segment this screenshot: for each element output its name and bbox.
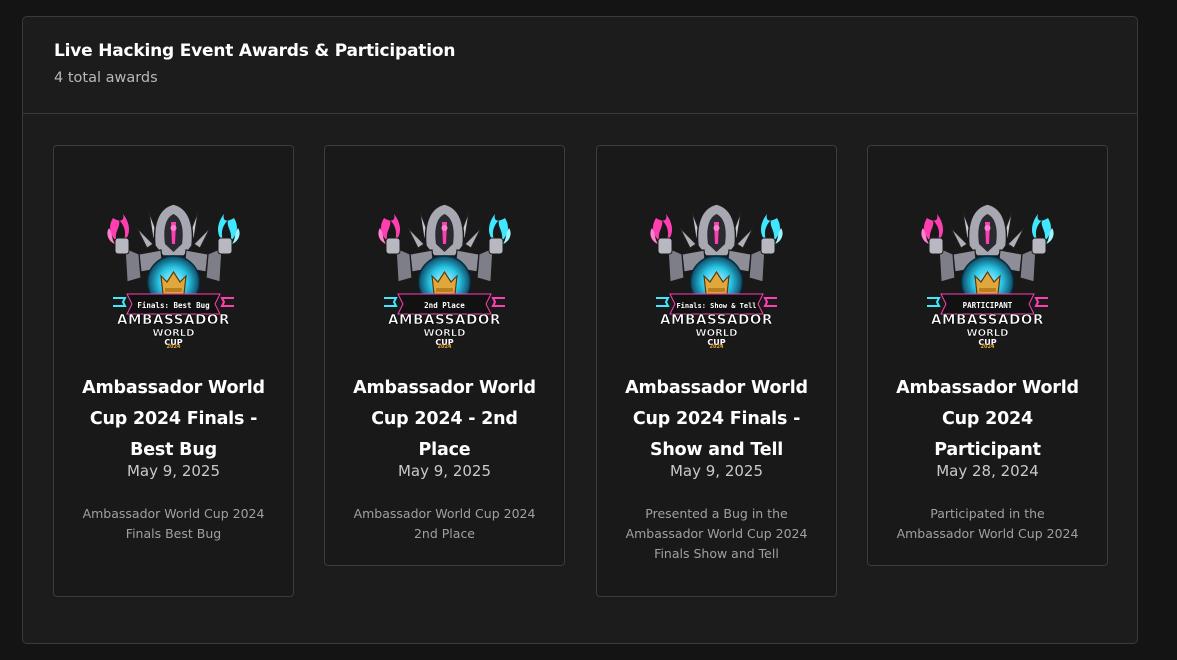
award-badge-icon: 2nd Place AMBASSADOR WORLD CUP 2024 [372, 198, 517, 348]
award-description: Ambassador World Cup 2024 Finals Best Bu… [82, 506, 265, 541]
award-title: Ambassador World Cup 2024 Finals - Show … [625, 378, 808, 460]
svg-text:2024: 2024 [438, 344, 452, 348]
award-title: Ambassador World Cup 2024 Finals - Best … [82, 378, 265, 460]
svg-text:AMBASSADOR: AMBASSADOR [117, 312, 230, 328]
award-date: May 9, 2025 [669, 462, 764, 480]
award-date: May 9, 2025 [126, 462, 221, 480]
award-badge-icon: PARTICIPANT AMBASSADOR WORLD CUP 2024 [915, 198, 1060, 348]
svg-text:AMBASSADOR: AMBASSADOR [388, 312, 501, 328]
award-date: May 28, 2024 [936, 462, 1039, 480]
award-title: Ambassador World Cup 2024 Participant [896, 378, 1079, 460]
award-description: Ambassador World Cup 2024 2nd Place [353, 506, 536, 541]
svg-text:2024: 2024 [710, 344, 724, 348]
award-card[interactable]: PARTICIPANT AMBASSADOR WORLD CUP 2024 Am… [867, 145, 1108, 566]
svg-text:2nd Place: 2nd Place [424, 301, 465, 310]
award-card[interactable]: Finals: Show & Tell AMBASSADOR WORLD CUP… [596, 145, 837, 597]
award-title: Ambassador World Cup 2024 - 2nd Place [353, 378, 536, 460]
awards-panel: Live Hacking Event Awards & Participatio… [22, 16, 1138, 644]
svg-text:2024: 2024 [167, 344, 181, 348]
award-description: Presented a Bug in the Ambassador World … [625, 506, 808, 561]
award-date: May 9, 2025 [397, 462, 492, 480]
svg-text:2024: 2024 [981, 344, 995, 348]
panel-header: Live Hacking Event Awards & Participatio… [23, 17, 1137, 114]
svg-text:AMBASSADOR: AMBASSADOR [660, 312, 773, 328]
panel-title: Live Hacking Event Awards & Participatio… [54, 41, 456, 61]
award-card[interactable]: 2nd Place AMBASSADOR WORLD CUP 2024 Amba… [324, 145, 565, 566]
award-description: Participated in the Ambassador World Cup… [896, 506, 1079, 541]
awards-count: 4 total awards [54, 70, 158, 86]
svg-text:AMBASSADOR: AMBASSADOR [931, 312, 1044, 328]
svg-text:PARTICIPANT: PARTICIPANT [963, 301, 1013, 310]
award-badge-icon: Finals: Best Bug AMBASSADOR WORLD CUP 20… [101, 198, 246, 348]
award-badge-icon: Finals: Show & Tell AMBASSADOR WORLD CUP… [644, 198, 789, 348]
award-card[interactable]: Finals: Best Bug AMBASSADOR WORLD CUP 20… [53, 145, 294, 597]
svg-text:Finals: Best Bug: Finals: Best Bug [137, 301, 210, 310]
svg-text:Finals: Show & Tell: Finals: Show & Tell [676, 302, 756, 310]
